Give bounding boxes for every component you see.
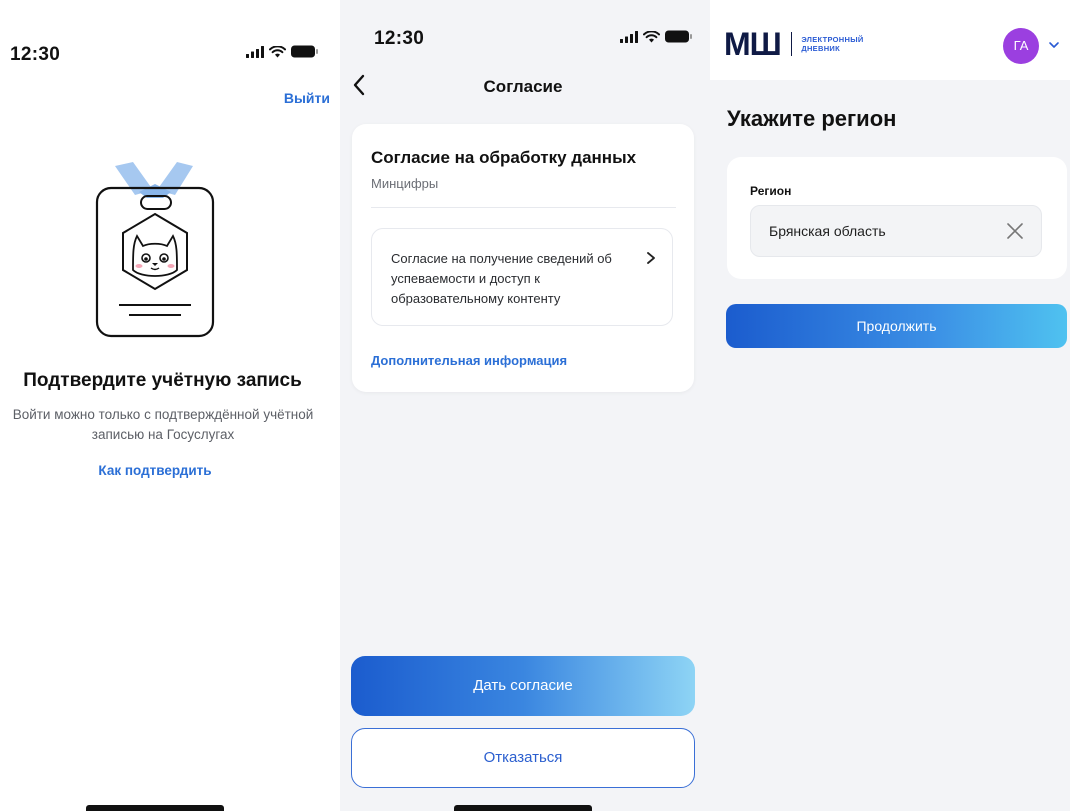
user-avatar[interactable]: ГА [1003,28,1039,64]
status-icons [620,30,692,43]
status-time: 12:30 [10,44,61,65]
battery-icon [665,30,692,43]
home-indicator [86,805,224,811]
logo-separator [790,32,793,56]
confirm-title: Подтвердите учётную запись [23,370,302,391]
consent-screen: 12:30 Согласие Согласие на обработку дан… [340,0,710,811]
logout-link[interactable]: Выйти [284,90,330,106]
more-info-link[interactable]: Дополнительная информация [371,353,567,368]
cellular-signal-icon [620,30,638,43]
wifi-icon [269,45,286,57]
chevron-down-icon[interactable] [1048,41,1060,49]
close-icon[interactable] [1005,221,1025,241]
app-logo[interactable]: МШ ЭЛЕКТРОННЫЙ ДНЕВНИК [724,28,864,60]
logo-mark: МШ [724,26,782,62]
continue-button[interactable]: Продолжить [726,304,1067,348]
logo-subtitle: ЭЛЕКТРОННЫЙ ДНЕВНИК [801,35,863,53]
region-screen: МШ ЭЛЕКТРОННЫЙ ДНЕВНИК ГА Укажите регион… [710,0,1070,811]
consent-card: Согласие на обработку данных Минцифры Со… [352,124,694,392]
home-indicator [454,805,592,811]
consent-card-title: Согласие на обработку данных [371,148,637,167]
agree-button[interactable]: Дать согласие [351,656,695,716]
region-value: Брянская область [769,223,886,239]
battery-icon [291,45,318,58]
app-header: МШ ЭЛЕКТРОННЫЙ ДНЕВНИК ГА [710,0,1070,80]
how-to-confirm-link[interactable]: Как подтвердить [0,463,310,478]
chevron-right-icon [647,252,655,264]
logo-subtitle-line1: ЭЛЕКТРОННЫЙ [801,35,864,44]
region-card: Регион Брянская область [727,157,1067,279]
confirm-description: Войти можно только с подтверждённой учёт… [12,407,314,442]
consent-item-text: Согласие на получение сведений об успева… [391,251,612,306]
consent-item-academic-data[interactable]: Согласие на получение сведений об успева… [371,228,673,326]
status-icons [246,45,318,58]
region-field[interactable]: Брянская область [750,205,1042,257]
region-label: Регион [750,184,792,198]
page-title: Укажите регион [727,106,897,131]
confirm-account-screen: 12:30 Выйти Подтвердите учётную запись В… [0,0,340,811]
nav-title: Согласие [483,77,563,96]
decline-button[interactable]: Отказаться [351,728,695,788]
status-time: 12:30 [374,28,425,49]
wifi-icon [643,30,660,42]
id-badge-cat-icon [95,162,215,338]
logo-subtitle-line2: ДНЕВНИК [801,44,840,53]
divider [371,207,676,208]
consent-card-org: Минцифры [371,176,439,191]
cellular-signal-icon [246,45,264,58]
